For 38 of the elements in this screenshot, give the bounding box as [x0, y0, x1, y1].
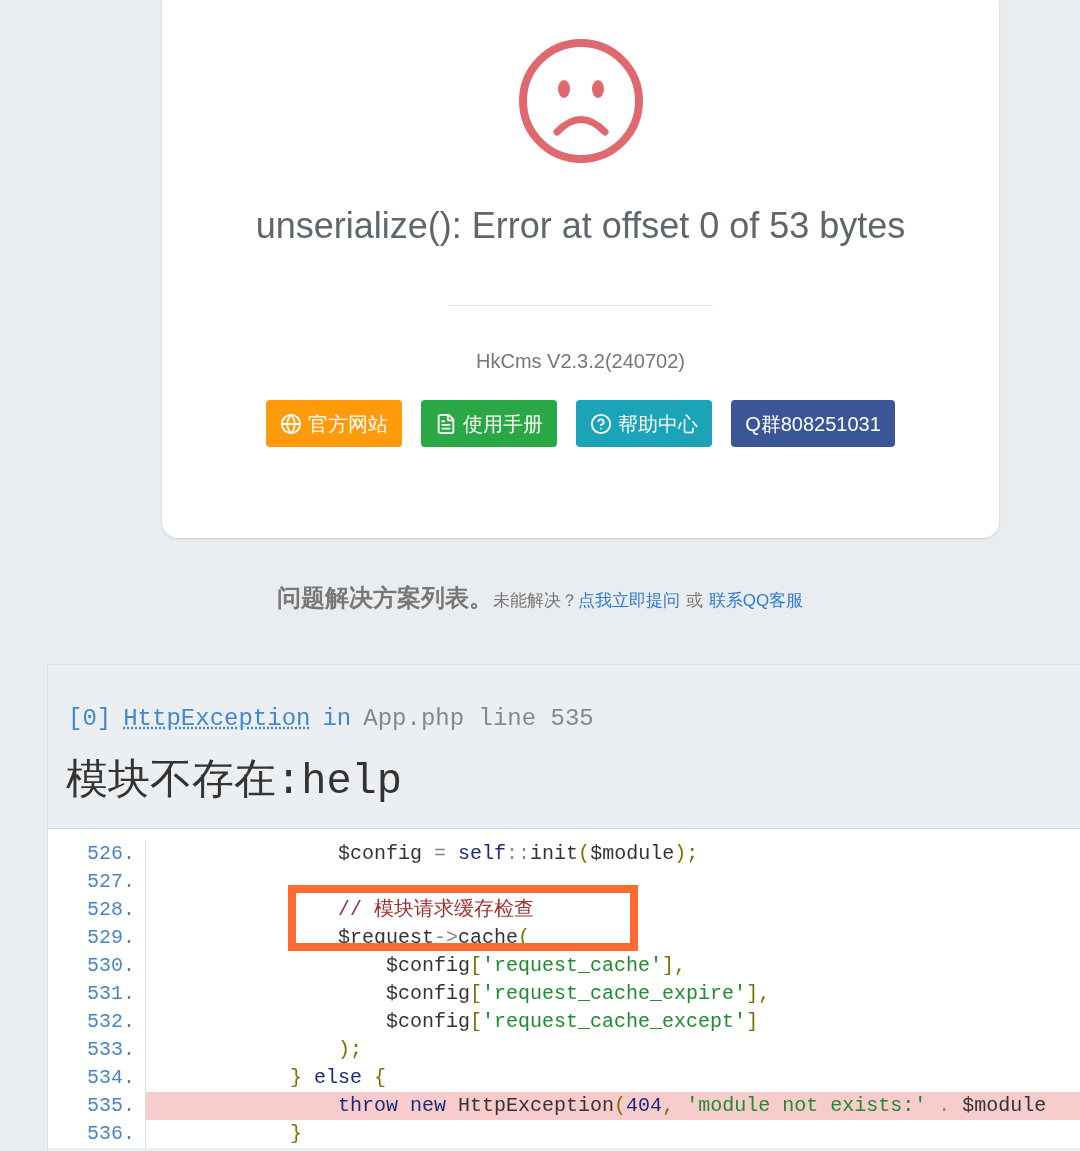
code-line: $config = self::init($module);: [337, 841, 700, 867]
code-line: // 模块请求缓存检查: [337, 897, 536, 923]
code-line: $config['request_cache'],: [385, 953, 688, 979]
line-number: 530.: [86, 953, 135, 979]
code-line: } else {: [289, 1065, 388, 1091]
help-icon: [590, 412, 613, 435]
or-text: 或: [685, 590, 703, 612]
line-number: 528.: [86, 897, 135, 923]
unsolved-text: 未能解决？: [492, 590, 578, 612]
exception-message: 模块不存在:help: [65, 757, 404, 808]
exception-location: App.php line 535: [363, 704, 594, 734]
line-number: 532.: [86, 1009, 135, 1035]
line-number: 533.: [86, 1037, 135, 1063]
code-line: $config['request_cache_except']: [385, 1009, 760, 1035]
link-button[interactable]: 官方网站: [266, 400, 403, 447]
link-button[interactable]: Q群808251031: [731, 400, 895, 447]
error-message: unserialize(): Error at offset 0 of 53 bytes: [255, 204, 906, 248]
line-number: 535.: [86, 1093, 135, 1119]
line-number: 534.: [86, 1065, 135, 1091]
link-button[interactable]: 使用手册: [421, 400, 558, 447]
line-number: 527.: [86, 869, 135, 895]
sad-face-icon: [516, 37, 645, 165]
exception-class: HttpException: [123, 704, 311, 734]
link-button[interactable]: 帮助中心: [576, 400, 713, 447]
ask-link[interactable]: 点我立即提问: [577, 588, 680, 614]
exception-in: in: [322, 704, 352, 734]
code-line: }: [289, 1121, 304, 1147]
code-line: $config['request_cache_expire'],: [385, 981, 772, 1007]
code-line: );: [337, 1037, 364, 1063]
exception-index: [0]: [68, 704, 112, 734]
globe-icon: [280, 412, 303, 435]
contact-link[interactable]: 联系QQ客服: [708, 588, 804, 614]
version-text: HkCms V2.3.2(240702): [476, 349, 685, 374]
line-number: 526.: [86, 841, 135, 867]
line-number: 529.: [86, 925, 135, 951]
line-number: 536.: [86, 1121, 135, 1147]
solutions-heading: 问题解决方案列表。: [276, 583, 493, 613]
line-number: 531.: [86, 981, 135, 1007]
